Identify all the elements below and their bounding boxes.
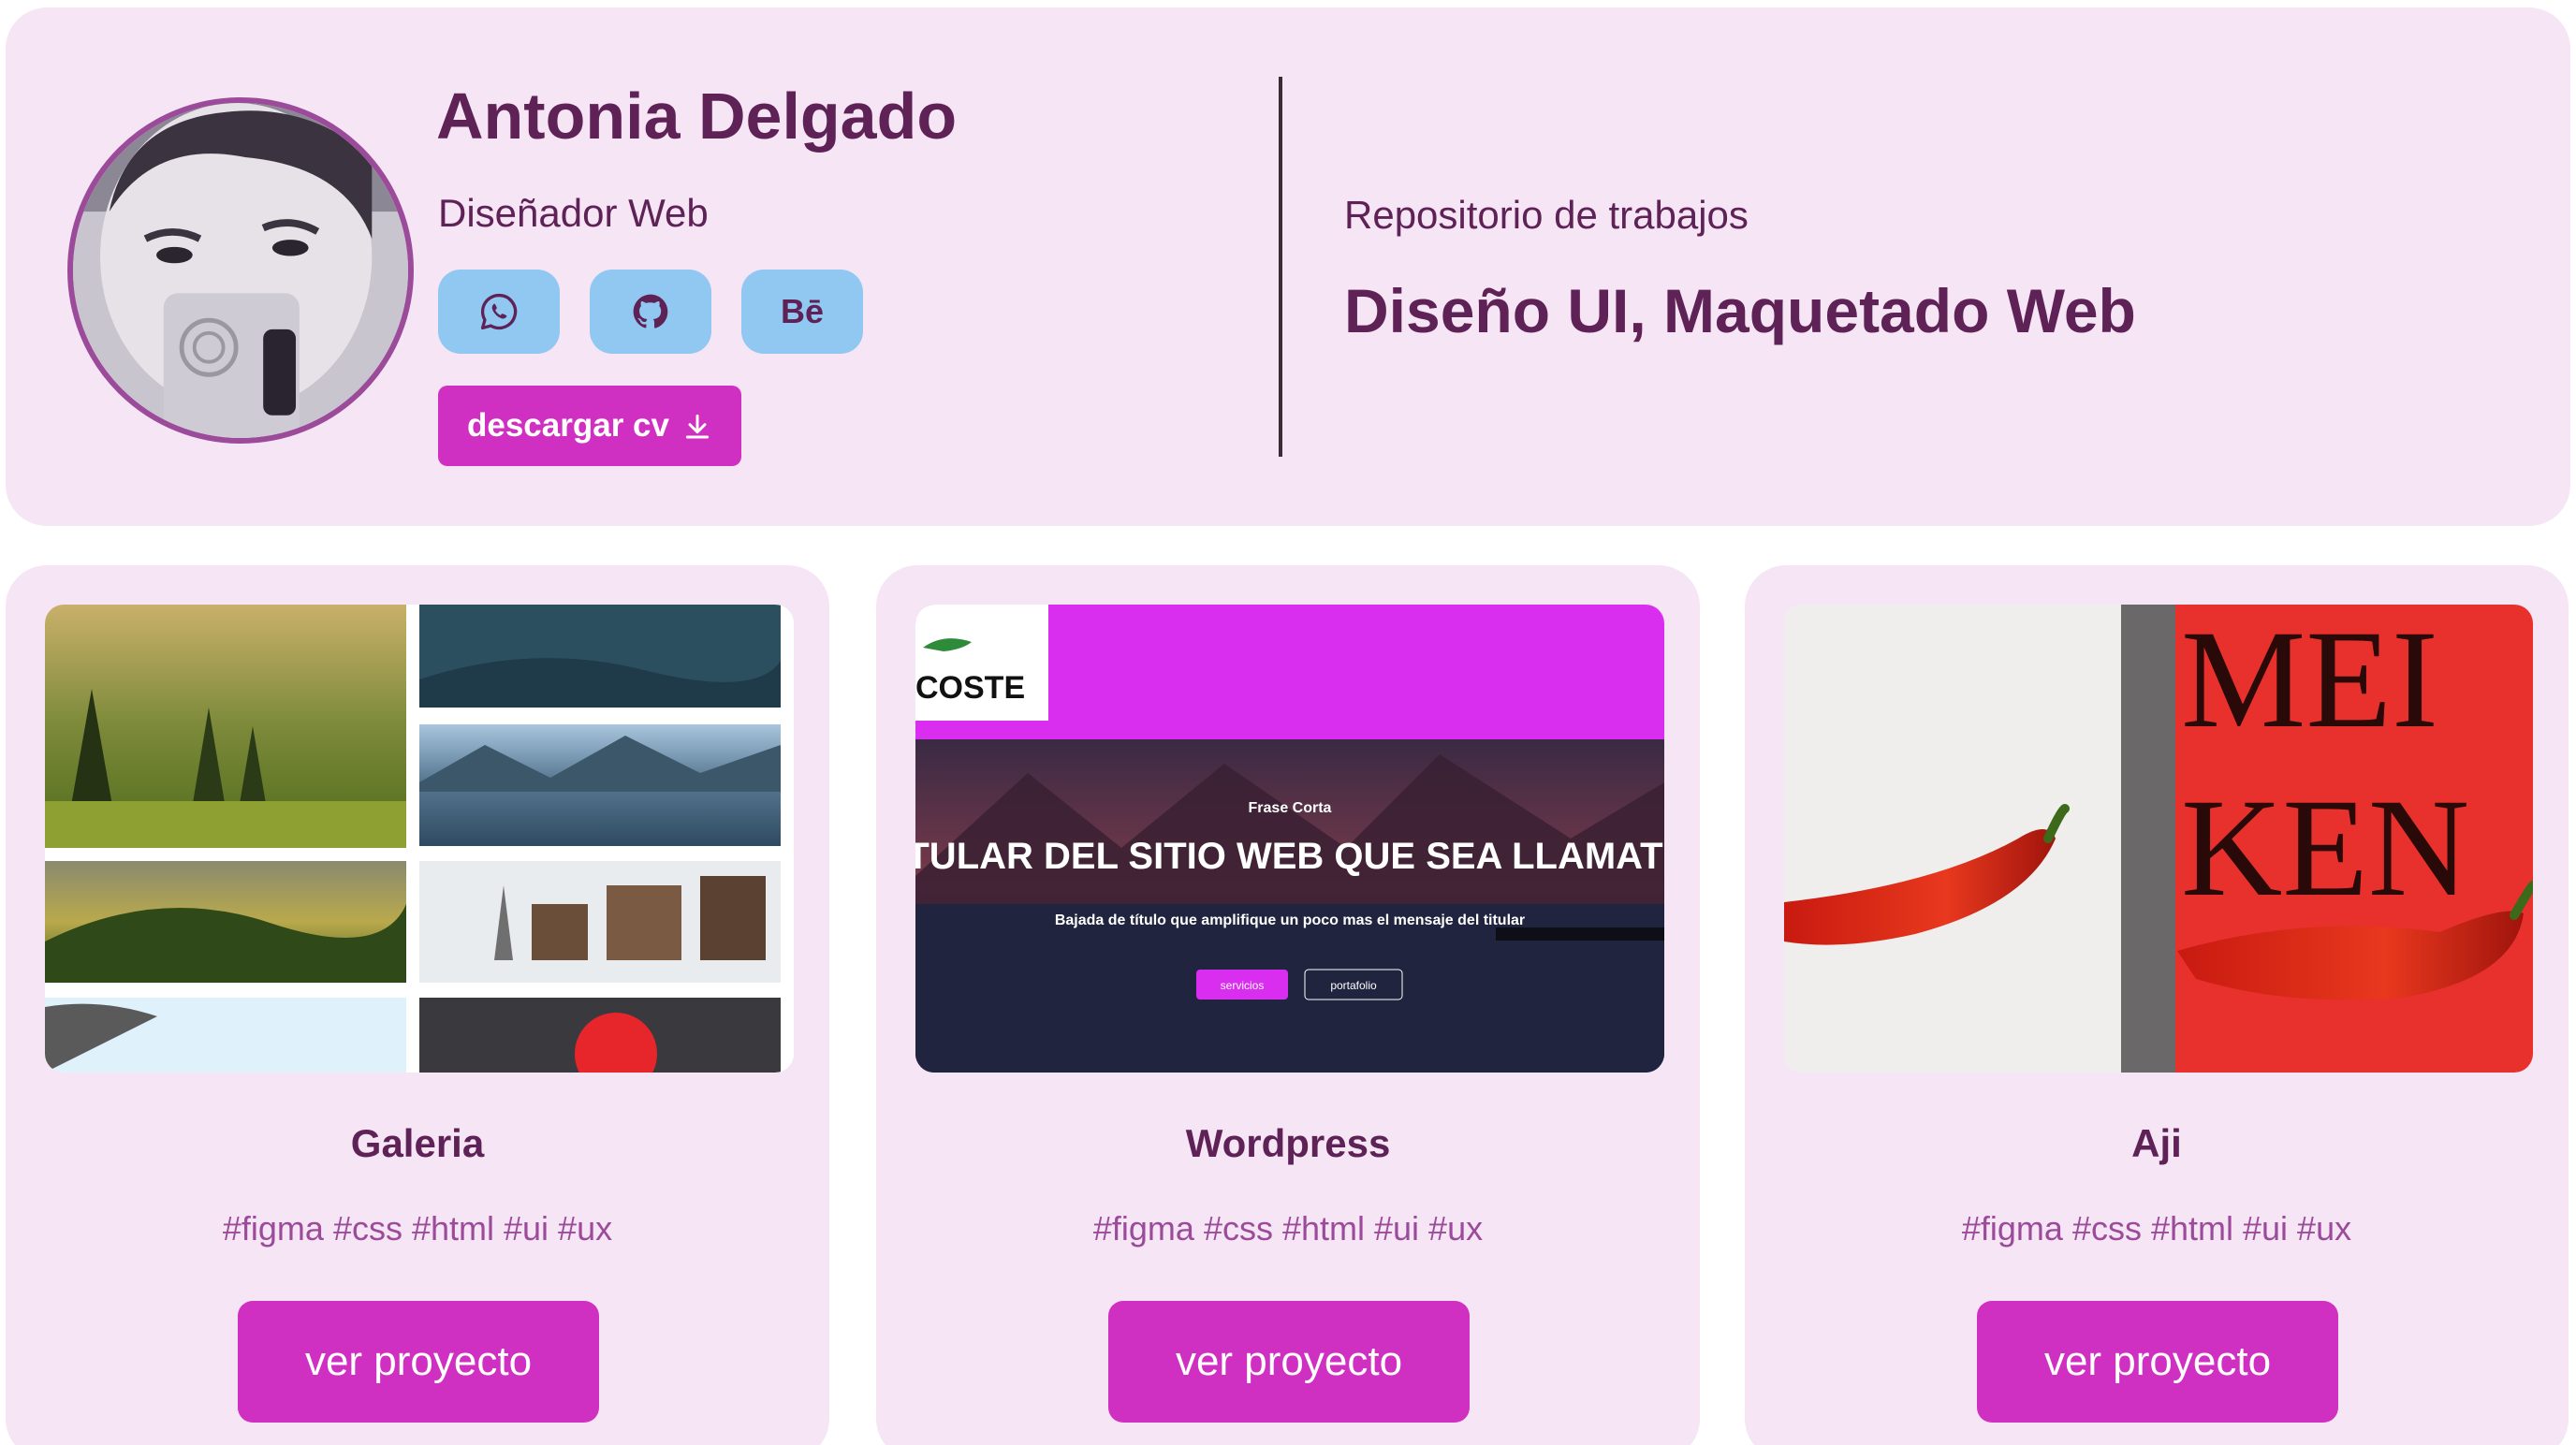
- whatsapp-icon: [480, 293, 518, 330]
- aji-poster-line2: KEN: [2181, 770, 2469, 926]
- behance-icon: Bē: [780, 292, 825, 330]
- github-button[interactable]: [590, 270, 711, 354]
- download-icon: [685, 414, 710, 439]
- profile-header: Antonia Delgado Diseñador Web Bē descarg…: [6, 7, 2570, 526]
- project-tags: #figma #css #html #ui #ux: [1961, 1209, 2352, 1248]
- project-card-galeria: Galeria #figma #css #html #ui #ux ver pr…: [6, 565, 829, 1445]
- avatar-photo: [73, 103, 408, 438]
- repository-label: Repositorio de trabajos: [1344, 193, 1749, 237]
- github-icon: [633, 294, 668, 328]
- project-thumbnail[interactable]: [45, 605, 794, 1073]
- project-title: Wordpress: [1185, 1121, 1391, 1165]
- project-thumbnail[interactable]: COSTE Frase Corta TULAR DEL SITIO WEB QU…: [915, 605, 1664, 1073]
- view-project-button[interactable]: ver proyecto: [1108, 1301, 1470, 1423]
- whatsapp-button[interactable]: [438, 270, 560, 354]
- wp-eyebrow: Frase Corta: [1249, 800, 1332, 816]
- download-cv-label: descargar cv: [467, 407, 669, 444]
- wp-logo-text: COSTE: [915, 670, 1025, 706]
- aji-preview-image: MEI KEN: [1784, 605, 2533, 1073]
- download-cv-button[interactable]: descargar cv: [438, 386, 741, 466]
- behance-button[interactable]: Bē: [741, 270, 863, 354]
- gallery-preview-image: [45, 605, 794, 1073]
- project-card-wordpress: COSTE Frase Corta TULAR DEL SITIO WEB QU…: [876, 565, 1700, 1445]
- profile-name: Antonia Delgado: [436, 80, 958, 153]
- wp-headline: TULAR DEL SITIO WEB QUE SEA LLAMATI: [915, 836, 1664, 877]
- view-project-button[interactable]: ver proyecto: [238, 1301, 599, 1423]
- wp-btn-services: servicios: [1221, 979, 1265, 992]
- aji-poster-line1: MEI: [2181, 605, 2438, 757]
- project-tags: #figma #css #html #ui #ux: [222, 1209, 613, 1248]
- avatar: [67, 97, 414, 444]
- wp-subtitle: Bajada de título que amplifique un poco …: [1055, 912, 1525, 928]
- wp-btn-portfolio: portafolio: [1330, 979, 1377, 992]
- repository-title: Diseño UI, Maquetado Web: [1344, 276, 2136, 345]
- header-divider: [1279, 77, 1282, 457]
- project-thumbnail[interactable]: MEI KEN: [1784, 605, 2533, 1073]
- profile-role: Diseñador Web: [438, 191, 709, 235]
- project-card-aji: MEI KEN Aji #figma #css #html #ui #ux ve…: [1745, 565, 2569, 1445]
- project-title: Galeria: [350, 1121, 485, 1165]
- project-tags: #figma #css #html #ui #ux: [1092, 1209, 1484, 1248]
- project-title: Aji: [2131, 1121, 2182, 1165]
- wordpress-preview-image: COSTE Frase Corta TULAR DEL SITIO WEB QU…: [915, 605, 1664, 1073]
- view-project-button[interactable]: ver proyecto: [1977, 1301, 2338, 1423]
